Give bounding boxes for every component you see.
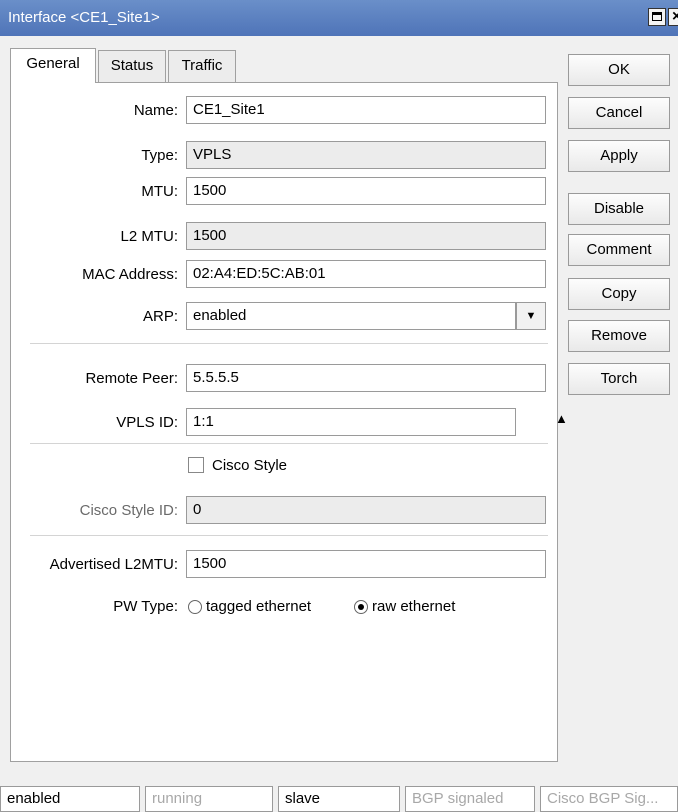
cisco-style-id-field: 0: [186, 496, 546, 524]
close-icon[interactable]: ×: [668, 8, 678, 26]
tab-general[interactable]: General: [10, 48, 96, 83]
separator: [30, 443, 548, 444]
advertised-l2mtu-label: Advertised L2MTU:: [49, 556, 178, 573]
status-cisco-bgp-signaled: Cisco BGP Sig...: [540, 786, 678, 812]
window-title: Interface <CE1_Site1>: [8, 9, 160, 26]
apply-button[interactable]: Apply: [568, 140, 670, 172]
advertised-l2mtu-input[interactable]: 1500: [186, 550, 546, 578]
vpls-id-label: VPLS ID:: [116, 414, 178, 431]
torch-button[interactable]: Torch: [568, 363, 670, 395]
status-running: running: [145, 786, 273, 812]
comment-button[interactable]: Comment: [568, 234, 670, 266]
pw-type-label: PW Type:: [113, 598, 178, 615]
arp-dropdown-icon[interactable]: ▼: [516, 302, 546, 330]
copy-button[interactable]: Copy: [568, 278, 670, 310]
tab-traffic[interactable]: Traffic: [168, 50, 236, 82]
maximize-icon[interactable]: [648, 8, 666, 26]
status-bgp-signaled: BGP signaled: [405, 786, 535, 812]
cancel-button[interactable]: Cancel: [568, 97, 670, 129]
remote-peer-label: Remote Peer:: [85, 370, 178, 387]
status-slave: slave: [278, 786, 400, 812]
l2mtu-label: L2 MTU:: [120, 228, 178, 245]
name-input[interactable]: CE1_Site1: [186, 96, 546, 124]
cisco-style-id-label: Cisco Style ID:: [79, 502, 178, 519]
mac-address-input[interactable]: 02:A4:ED:5C:AB:01: [186, 260, 546, 288]
arp-label: ARP:: [142, 308, 178, 325]
status-enabled: enabled: [0, 786, 140, 812]
pw-type-tagged-radio[interactable]: [188, 600, 202, 614]
cisco-style-checkbox[interactable]: [188, 457, 204, 473]
vpls-id-input[interactable]: 1:1: [186, 408, 516, 436]
title-bar: Interface <CE1_Site1> ×: [0, 0, 678, 36]
mac-address-label: MAC Address:: [82, 266, 178, 283]
type-label: Type:: [141, 147, 178, 164]
remove-button[interactable]: Remove: [568, 320, 670, 352]
type-field: VPLS: [186, 141, 546, 169]
cisco-style-label: Cisco Style: [212, 457, 288, 474]
name-label: Name:: [133, 102, 178, 119]
remote-peer-input[interactable]: 5.5.5.5: [186, 364, 546, 392]
disable-button[interactable]: Disable: [568, 193, 670, 225]
separator: [30, 535, 548, 536]
mtu-label: MTU:: [141, 183, 178, 200]
mtu-input[interactable]: 1500: [186, 177, 546, 205]
arp-select[interactable]: enabled: [186, 302, 516, 330]
tab-status[interactable]: Status: [98, 50, 166, 82]
collapse-up-icon[interactable]: ▲: [555, 411, 568, 426]
pw-type-raw-label: raw ethernet: [372, 598, 456, 615]
ok-button[interactable]: OK: [568, 54, 670, 86]
l2mtu-field: 1500: [186, 222, 546, 250]
separator: [30, 343, 548, 344]
pw-type-tagged-label: tagged ethernet: [206, 598, 312, 615]
pw-type-raw-radio[interactable]: [354, 600, 368, 614]
